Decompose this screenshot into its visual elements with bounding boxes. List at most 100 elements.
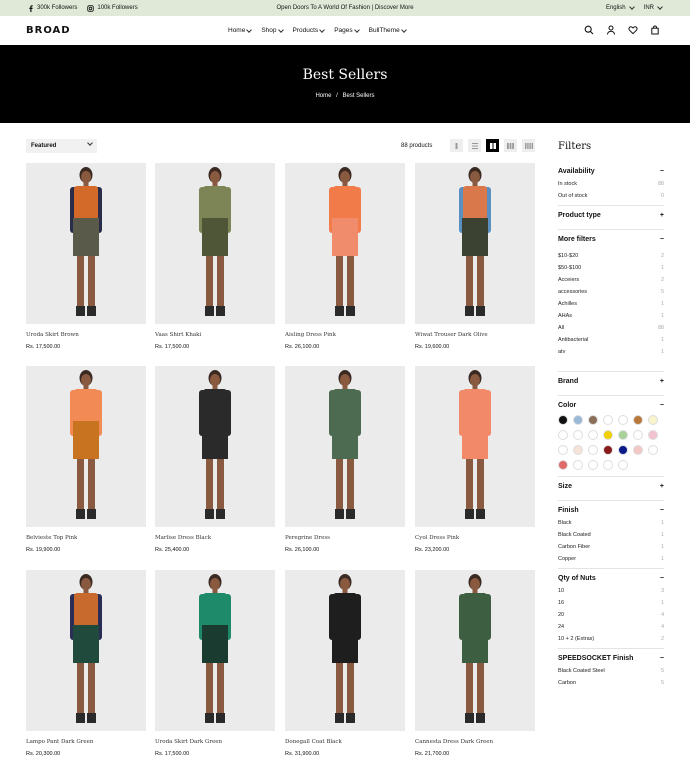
color-swatch[interactable] [603, 415, 613, 425]
filter-header[interactable]: Size + [558, 483, 664, 490]
filter-option[interactable]: 10 3 [558, 588, 664, 594]
color-swatch[interactable] [633, 415, 643, 425]
color-swatch[interactable] [558, 415, 568, 425]
nav-bulltheme[interactable]: BullTheme [369, 26, 407, 34]
wishlist-icon[interactable] [628, 25, 638, 35]
product-card[interactable]: Donegall Coat Black Rs. 31,900.00 [285, 570, 405, 757]
filter-header[interactable]: Finish − [558, 507, 664, 514]
cart-icon[interactable] [650, 25, 660, 35]
filter-option[interactable]: Black Coated Steel 5 [558, 668, 664, 674]
product-card[interactable]: Wiwat Trouser Dark Olive Rs. 19,600.00 [415, 163, 535, 350]
nav-home[interactable]: Home [228, 26, 253, 34]
instagram-link[interactable]: 100k Followers [87, 4, 138, 12]
product-title[interactable]: Aisling Dress Pink [285, 332, 405, 338]
filter-option[interactable]: Out of stock 0 [558, 193, 664, 199]
product-card[interactable]: Cannesta Dress Dark Green Rs. 21,700.00 [415, 570, 535, 757]
color-swatch[interactable] [603, 460, 613, 470]
filter-header[interactable]: SPEEDSOCKET Finish − [558, 655, 664, 662]
filter-header[interactable]: Qty of Nuts − [558, 575, 664, 582]
color-swatch[interactable] [558, 445, 568, 455]
product-image[interactable] [285, 163, 405, 324]
filter-option[interactable]: Black Coated 1 [558, 532, 664, 538]
color-swatch[interactable] [603, 445, 613, 455]
filter-option[interactable]: $10-$20 2 [558, 253, 664, 259]
view-3-col-icon[interactable] [504, 139, 517, 152]
color-swatch[interactable] [588, 430, 598, 440]
product-image[interactable] [415, 366, 535, 527]
product-image[interactable] [155, 570, 275, 731]
color-swatch[interactable] [618, 415, 628, 425]
filter-header[interactable]: Color − [558, 402, 664, 409]
color-swatch[interactable] [573, 415, 583, 425]
product-image[interactable] [26, 366, 146, 527]
product-title[interactable]: Lampo Pant Dark Green [26, 739, 146, 745]
product-title[interactable]: Donegall Coat Black [285, 739, 405, 745]
product-image[interactable] [26, 163, 146, 324]
language-selector[interactable]: English [606, 4, 635, 11]
account-icon[interactable] [606, 25, 616, 35]
product-image[interactable] [26, 570, 146, 731]
color-swatch[interactable] [558, 460, 568, 470]
product-title[interactable]: Uroda Skirt Brown [26, 332, 146, 338]
product-card[interactable]: Peregrine Dress Rs. 26,100.00 [285, 366, 405, 553]
search-icon[interactable] [584, 25, 594, 35]
product-card[interactable]: Uroda Skirt Brown Rs. 17,500.00 [26, 163, 146, 350]
product-image[interactable] [415, 570, 535, 731]
filter-header[interactable]: Brand + [558, 378, 664, 385]
view-4-col-icon[interactable] [522, 139, 535, 152]
color-swatch[interactable] [588, 415, 598, 425]
product-title[interactable]: Cyol Dress Pink [415, 535, 535, 541]
product-image[interactable] [415, 163, 535, 324]
color-swatch[interactable] [633, 430, 643, 440]
filter-option[interactable]: Carbon Fiber 1 [558, 544, 664, 550]
product-image[interactable] [155, 163, 275, 324]
sort-select[interactable]: Featured [26, 139, 97, 153]
view-2-col-icon[interactable] [486, 139, 499, 152]
product-image[interactable] [285, 366, 405, 527]
nav-shop[interactable]: Shop [261, 26, 284, 34]
filter-option[interactable]: Black 1 [558, 520, 664, 526]
product-title[interactable]: Marlise Dress Black [155, 535, 275, 541]
filter-option[interactable]: AHAs 1 [558, 313, 664, 319]
currency-selector[interactable]: INR [644, 4, 663, 11]
view-1-col-icon[interactable] [450, 139, 463, 152]
product-card[interactable]: Cyol Dress Pink Rs. 23,200.00 [415, 366, 535, 553]
product-card[interactable]: Marlise Dress Black Rs. 25,400.00 [155, 366, 275, 553]
filter-option[interactable]: Antibacterial 1 [558, 337, 664, 343]
filter-header[interactable]: Availability − [558, 168, 664, 175]
color-swatch[interactable] [618, 430, 628, 440]
filter-header[interactable]: More filters − [558, 236, 664, 243]
filter-option[interactable]: atv 1 [558, 349, 664, 355]
filter-option[interactable]: Achilles 1 [558, 301, 664, 307]
product-title[interactable]: Belvieste Top Pink [26, 535, 146, 541]
color-swatch[interactable] [573, 430, 583, 440]
filter-option[interactable]: 24 4 [558, 624, 664, 630]
filter-option[interactable]: 10 + 2 (Extras) 2 [558, 636, 664, 642]
color-swatch[interactable] [573, 460, 583, 470]
nav-pages[interactable]: Pages [334, 26, 360, 34]
product-card[interactable]: Belvieste Top Pink Rs. 19,900.00 [26, 366, 146, 553]
color-swatch[interactable] [558, 430, 568, 440]
filter-option[interactable]: In stock 88 [558, 181, 664, 187]
nav-products[interactable]: Products [293, 26, 326, 34]
color-swatch[interactable] [618, 460, 628, 470]
color-swatch[interactable] [603, 430, 613, 440]
product-card[interactable]: Lampo Pant Dark Green Rs. 20,300.00 [26, 570, 146, 757]
product-card[interactable]: Aisling Dress Pink Rs. 26,100.00 [285, 163, 405, 350]
filter-option[interactable]: All 88 [558, 325, 664, 331]
view-list-icon[interactable] [468, 139, 481, 152]
color-swatch[interactable] [588, 445, 598, 455]
product-card[interactable]: Uroda Skirt Dark Green Rs. 17,500.00 [155, 570, 275, 757]
logo[interactable]: BROAD [26, 25, 71, 36]
product-image[interactable] [155, 366, 275, 527]
filter-option[interactable]: accessories 5 [558, 289, 664, 295]
product-image[interactable] [285, 570, 405, 731]
product-card[interactable]: Vaas Shirt Khaki Rs. 17,500.00 [155, 163, 275, 350]
product-title[interactable]: Peregrine Dress [285, 535, 405, 541]
filter-option[interactable]: Copper 1 [558, 556, 664, 562]
color-swatch[interactable] [588, 460, 598, 470]
breadcrumb-home[interactable]: Home [315, 93, 331, 99]
color-swatch[interactable] [618, 445, 628, 455]
filter-option[interactable]: $50-$100 1 [558, 265, 664, 271]
filter-option[interactable]: Carbon 5 [558, 680, 664, 686]
